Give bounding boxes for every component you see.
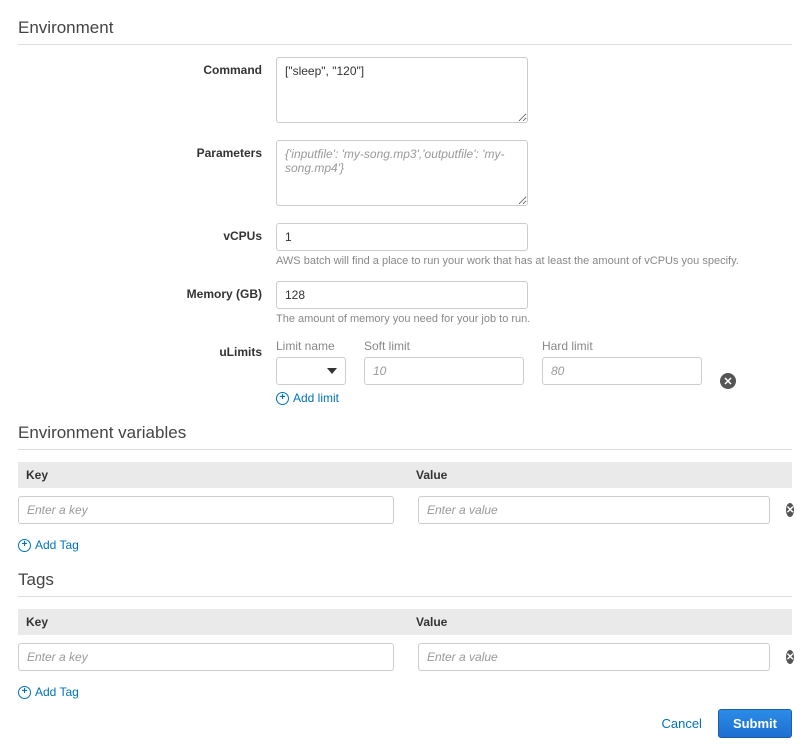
submit-button[interactable]: Submit: [718, 709, 792, 738]
ulimit-name-select[interactable]: [276, 357, 346, 385]
tags-key-header: Key: [26, 615, 416, 629]
add-env-var-link[interactable]: + Add Tag: [18, 538, 79, 552]
vcpus-help: AWS batch will find a place to run your …: [276, 255, 792, 267]
add-tag-label: Add Tag: [35, 685, 79, 699]
tags-key-input[interactable]: [18, 643, 394, 671]
add-env-var-label: Add Tag: [35, 538, 79, 552]
env-vars-value-header: Value: [416, 468, 784, 482]
env-vars-key-header: Key: [26, 468, 416, 482]
tags-value-input[interactable]: [418, 643, 770, 671]
env-vars-row: ✕: [18, 488, 792, 532]
memory-help: The amount of memory you need for your j…: [276, 313, 792, 325]
environment-title: Environment: [18, 14, 792, 45]
env-vars-title: Environment variables: [18, 419, 792, 450]
parameters-textarea[interactable]: [276, 140, 528, 206]
ulimit-soft-input[interactable]: [364, 357, 524, 385]
plus-circle-icon: +: [276, 392, 289, 405]
cancel-button[interactable]: Cancel: [661, 716, 701, 731]
env-vars-header: Key Value: [18, 462, 792, 488]
env-vars-value-input[interactable]: [418, 496, 770, 524]
tags-value-header: Value: [416, 615, 784, 629]
memory-label: Memory (GB): [18, 281, 276, 325]
tags-row: ✕: [18, 635, 792, 679]
ulimit-hard-header: Hard limit: [542, 339, 702, 353]
command-label: Command: [18, 57, 276, 126]
ulimit-soft-header: Soft limit: [364, 339, 524, 353]
chevron-down-icon: [327, 368, 337, 374]
vcpus-label: vCPUs: [18, 223, 276, 267]
ulimit-hard-input[interactable]: [542, 357, 702, 385]
plus-circle-icon: +: [18, 686, 31, 699]
ulimits-label: uLimits: [18, 339, 276, 405]
memory-input[interactable]: [276, 281, 528, 309]
add-limit-link[interactable]: + Add limit: [276, 391, 346, 405]
add-tag-link[interactable]: + Add Tag: [18, 685, 79, 699]
plus-circle-icon: +: [18, 539, 31, 552]
tags-header: Key Value: [18, 609, 792, 635]
remove-env-var-icon[interactable]: ✕: [786, 503, 794, 517]
add-limit-label: Add limit: [293, 391, 339, 405]
command-textarea[interactable]: ["sleep", "120"]: [276, 57, 528, 123]
remove-tag-icon[interactable]: ✕: [786, 650, 794, 664]
tags-title: Tags: [18, 566, 792, 597]
ulimit-name-header: Limit name: [276, 339, 346, 353]
parameters-label: Parameters: [18, 140, 276, 209]
remove-ulimit-icon[interactable]: ✕: [720, 373, 736, 389]
vcpus-input[interactable]: [276, 223, 528, 251]
env-vars-key-input[interactable]: [18, 496, 394, 524]
